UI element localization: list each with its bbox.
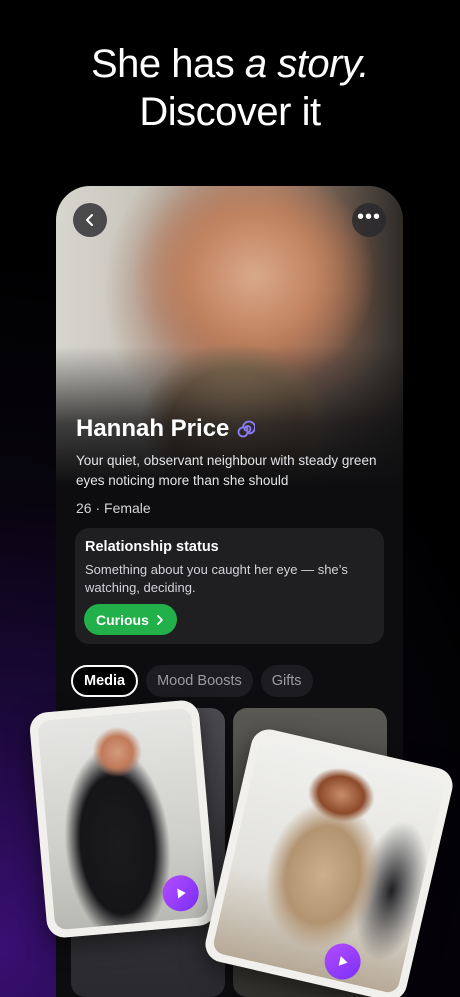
headline-italic: a story.	[244, 42, 370, 86]
relationship-status-card: Relationship status Something about you …	[75, 528, 384, 644]
back-button[interactable]	[73, 203, 107, 237]
profile-bio: Your quiet, observant neighbour with ste…	[76, 453, 377, 488]
profile-name-row: Hannah Price	[76, 415, 256, 443]
more-dots-icon: •••	[356, 206, 381, 228]
video-card-1[interactable]	[28, 699, 218, 939]
profile-name: Hannah Price	[76, 415, 230, 442]
chevron-left-icon	[86, 214, 93, 226]
play-button[interactable]	[161, 873, 201, 913]
play-icon	[177, 888, 186, 899]
tab-mood-boosts[interactable]: Mood Boosts	[146, 665, 253, 697]
curious-label: Curious	[96, 611, 149, 628]
video-thumbnail	[211, 735, 447, 995]
tab-media[interactable]: Media	[71, 665, 139, 697]
relationship-text: Something about you caught her eye — she…	[85, 562, 348, 595]
tab-gifts[interactable]: Gifts	[260, 665, 313, 697]
play-button[interactable]	[321, 939, 365, 984]
spiral-badge-icon	[238, 420, 256, 438]
profile-tabs: Media Mood Boosts Gifts	[71, 665, 313, 697]
relationship-title: Relationship status	[85, 539, 219, 555]
video-thumbnail	[37, 707, 209, 931]
headline-line-1: She has a story.	[90, 42, 370, 86]
chevron-right-icon	[156, 614, 163, 625]
play-icon	[338, 955, 348, 966]
more-options-button[interactable]: •••	[352, 203, 386, 237]
curious-button[interactable]: Curious	[84, 604, 177, 635]
headline-line-2: Discover it	[139, 90, 321, 134]
profile-age-gender: 26 · Female	[76, 500, 151, 516]
headline: She has a story. Discover it	[0, 40, 460, 136]
